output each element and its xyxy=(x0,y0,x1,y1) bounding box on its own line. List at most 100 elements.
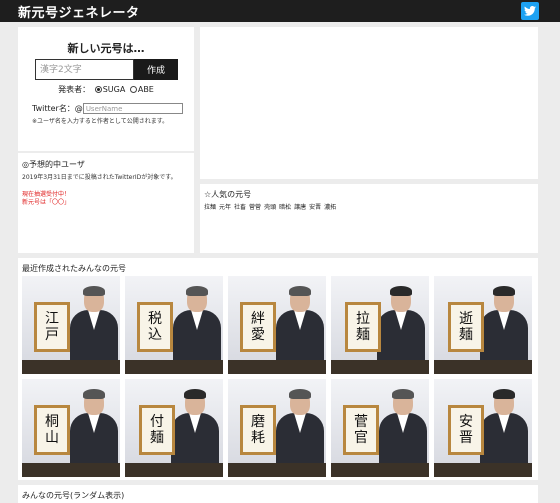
recent-panel: 最近作成されたみんなの元号 江戸税込絆愛拉麺逝麺桐山付麺磨耗菅官安晋 xyxy=(18,258,538,480)
era-char-1: 付 xyxy=(150,414,164,430)
create-button[interactable]: 作成 xyxy=(134,59,178,80)
popular-item[interactable]: 菅菅 xyxy=(249,202,261,211)
generator-panel: 新しい元号は… 作成 発表者： SUGA ABE Twitter名：@ ※ユーザ… xyxy=(18,27,194,151)
popular-item[interactable]: 暗松 xyxy=(279,202,291,211)
expect-panel: ◎予想的中ユーザ 2019年3月31日までに投稿されたTwitterIDが対象で… xyxy=(18,153,194,253)
site-title[interactable]: 新元号ジェネレータ xyxy=(18,2,140,21)
popular-heading: ☆人気の元号 xyxy=(204,190,252,199)
era-char-2: 山 xyxy=(45,430,59,446)
twitter-button[interactable] xyxy=(521,2,539,20)
era-char-2: 耗 xyxy=(251,430,265,446)
podium xyxy=(22,463,120,477)
era-char-2: 晋 xyxy=(459,430,473,446)
era-char-2: 官 xyxy=(354,430,368,446)
podium xyxy=(331,360,429,374)
presenter-option-abe[interactable]: ABE xyxy=(138,85,154,94)
era-char-1: 菅 xyxy=(354,414,368,430)
twitter-icon xyxy=(524,6,536,16)
era-board: 絆愛 xyxy=(240,302,276,352)
twitter-name-label: Twitter名：@ xyxy=(32,104,83,113)
era-board: 安晋 xyxy=(448,405,484,455)
random-panel: みんなの元号(ランダム表示) xyxy=(18,485,538,503)
podium xyxy=(434,360,532,374)
expect-status-2: 新元号は「〇〇」 xyxy=(22,199,71,206)
era-char-2: 麺 xyxy=(356,327,370,343)
top-bar: 新元号ジェネレータ xyxy=(0,0,560,22)
era-card[interactable]: 磨耗 xyxy=(228,379,326,477)
random-heading: みんなの元号(ランダム表示) xyxy=(22,491,125,500)
presenter-figure xyxy=(276,286,324,362)
podium xyxy=(228,463,326,477)
popular-panel: ☆人気の元号 拉麺 元年 社畜 菅菅 壳頭 暗松 譲唐 安晋 濃拓 xyxy=(200,184,538,253)
presenter-figure xyxy=(480,286,528,362)
era-board: 逝麺 xyxy=(448,302,484,352)
recent-heading: 最近作成されたみんなの元号 xyxy=(22,264,126,273)
era-name-input[interactable] xyxy=(35,59,134,80)
era-char-1: 絆 xyxy=(251,311,265,327)
era-char-2: 麺 xyxy=(459,327,473,343)
presenter-selector: 発表者： SUGA ABE xyxy=(18,84,194,95)
era-char-1: 拉 xyxy=(356,311,370,327)
twitter-name-row: Twitter名：@ xyxy=(32,103,183,114)
username-input[interactable] xyxy=(82,103,183,114)
generator-heading: 新しい元号は… xyxy=(67,42,145,55)
podium xyxy=(434,463,532,477)
presenter-radio-suga[interactable] xyxy=(94,86,102,93)
presenter-figure xyxy=(276,389,324,465)
podium xyxy=(125,463,223,477)
era-char-1: 桐 xyxy=(45,414,59,430)
era-board: 磨耗 xyxy=(240,405,276,455)
era-char-2: 麺 xyxy=(150,430,164,446)
podium xyxy=(228,360,326,374)
presenter-figure xyxy=(379,389,427,465)
era-card[interactable]: 江戸 xyxy=(22,276,120,374)
presenter-figure xyxy=(70,389,118,465)
era-card[interactable]: 絆愛 xyxy=(228,276,326,374)
username-note: ※ユーザ名を入力すると作者として公開されます。 xyxy=(32,118,169,125)
era-board: 拉麺 xyxy=(345,302,381,352)
era-card[interactable]: 逝麺 xyxy=(434,276,532,374)
presenter-figure xyxy=(70,286,118,362)
popular-item[interactable]: 元年 xyxy=(219,202,231,211)
expect-note: 2019年3月31日までに投稿されたTwitterIDが対象です。 xyxy=(22,174,177,181)
popular-item[interactable]: 拉麺 xyxy=(204,202,216,211)
era-board: 江戸 xyxy=(34,302,70,352)
presenter-figure xyxy=(171,389,219,465)
era-card[interactable]: 安晋 xyxy=(434,379,532,477)
popular-item[interactable]: 安晋 xyxy=(309,202,321,211)
recent-grid: 江戸税込絆愛拉麺逝麺桐山付麺磨耗菅官安晋 xyxy=(22,276,534,477)
era-card[interactable]: 付麺 xyxy=(125,379,223,477)
era-char-1: 逝 xyxy=(459,311,473,327)
era-char-1: 税 xyxy=(148,311,162,327)
era-card[interactable]: 税込 xyxy=(125,276,223,374)
era-card[interactable]: 菅官 xyxy=(331,379,429,477)
presenter-figure xyxy=(173,286,221,362)
blank-panel-top xyxy=(200,27,538,179)
popular-item[interactable]: 壳頭 xyxy=(264,202,276,211)
era-board: 付麺 xyxy=(139,405,175,455)
presenter-option-suga[interactable]: SUGA xyxy=(103,85,126,94)
podium xyxy=(22,360,120,374)
era-card[interactable]: 拉麺 xyxy=(331,276,429,374)
presenter-label: 発表者： xyxy=(58,85,91,94)
era-char-1: 安 xyxy=(459,414,473,430)
podium xyxy=(331,463,429,477)
era-char-2: 込 xyxy=(148,327,162,343)
era-char-1: 江 xyxy=(45,311,59,327)
presenter-figure xyxy=(480,389,528,465)
podium xyxy=(125,360,223,374)
expect-heading: ◎予想的中ユーザ xyxy=(22,160,85,169)
popular-item[interactable]: 譲唐 xyxy=(294,202,306,211)
era-board: 税込 xyxy=(137,302,173,352)
era-board: 桐山 xyxy=(34,405,70,455)
era-char-2: 戸 xyxy=(45,327,59,343)
popular-list: 拉麺 元年 社畜 菅菅 壳頭 暗松 譲唐 安晋 濃拓 xyxy=(204,202,336,211)
presenter-radio-abe[interactable] xyxy=(129,86,137,93)
era-card[interactable]: 桐山 xyxy=(22,379,120,477)
presenter-figure xyxy=(377,286,425,362)
popular-item[interactable]: 濃拓 xyxy=(324,202,336,211)
era-char-1: 磨 xyxy=(251,414,265,430)
popular-item[interactable]: 社畜 xyxy=(234,202,246,211)
era-board: 菅官 xyxy=(343,405,379,455)
era-char-2: 愛 xyxy=(251,327,265,343)
